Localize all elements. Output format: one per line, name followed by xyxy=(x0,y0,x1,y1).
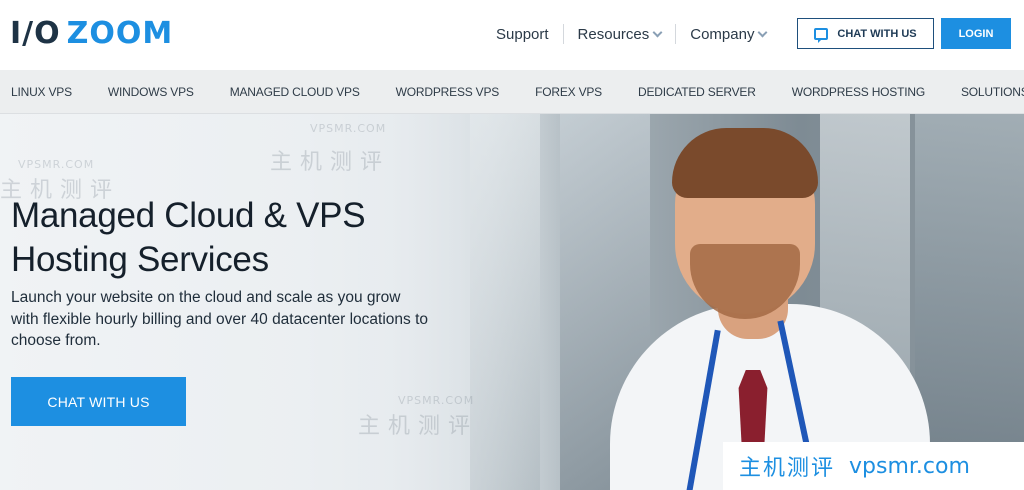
nav-company-label: Company xyxy=(690,25,755,43)
hero-title: Managed Cloud & VPS Hosting Services xyxy=(11,196,366,279)
nav-support[interactable]: Support xyxy=(482,23,563,45)
product-nav-solutions[interactable]: SOLUTIONS xyxy=(943,70,1024,114)
product-nav: LINUX VPS WINDOWS VPS MANAGED CLOUD VPS … xyxy=(0,70,1024,114)
watermark-badge-cn: 主机测评 xyxy=(739,456,836,481)
nav-resources[interactable]: Resources xyxy=(564,23,676,45)
login-button[interactable]: LOGIN xyxy=(941,18,1011,49)
nav-support-label: Support xyxy=(496,25,549,43)
chat-bubble-icon xyxy=(814,27,829,43)
nav-company[interactable]: Company xyxy=(676,23,780,45)
product-nav-wordpress-vps[interactable]: WORDPRESS VPS xyxy=(378,70,517,114)
product-nav-managed-cloud-vps[interactable]: MANAGED CLOUD VPS xyxy=(212,70,378,114)
chevron-down-icon xyxy=(758,27,768,37)
chat-with-us-label: CHAT WITH US xyxy=(837,27,917,40)
site-logo[interactable]: I/O ZOOM xyxy=(10,14,173,54)
product-nav-linux-vps[interactable]: LINUX VPS xyxy=(0,70,90,114)
logo-text-io: I/O xyxy=(10,16,61,51)
top-nav: Support Resources Company xyxy=(482,20,780,48)
product-nav-dedicated-server[interactable]: DEDICATED SERVER xyxy=(620,70,774,114)
product-nav-windows-vps[interactable]: WINDOWS VPS xyxy=(90,70,212,114)
product-nav-solutions-label: SOLUTIONS xyxy=(960,84,1024,99)
chevron-down-icon xyxy=(652,27,663,37)
hero-subtitle: Launch your website on the cloud and sca… xyxy=(11,289,429,349)
hero-banner: VPSMR.COM 主机测评 VPSMR.COM 主机测评 VPSMR.COM … xyxy=(0,114,1024,490)
person-hair xyxy=(672,128,818,198)
product-nav-forex-vps[interactable]: FOREX VPS xyxy=(517,70,620,114)
site-header: I/O ZOOM Support Resources Company CHAT … xyxy=(0,0,1024,70)
watermark-badge-en: vpsmr.com xyxy=(849,453,970,479)
watermark-badge: 主机测评 vpsmr.com xyxy=(723,442,1024,490)
logo-text-zoom: ZOOM xyxy=(66,16,174,51)
hero-person-image xyxy=(580,114,940,490)
nav-resources-label: Resources xyxy=(577,25,650,43)
chat-with-us-button[interactable]: CHAT WITH US xyxy=(797,18,934,49)
hero-chat-with-us-button[interactable]: CHAT WITH US xyxy=(11,377,186,426)
product-nav-wordpress-hosting[interactable]: WORDPRESS HOSTING xyxy=(774,70,943,114)
